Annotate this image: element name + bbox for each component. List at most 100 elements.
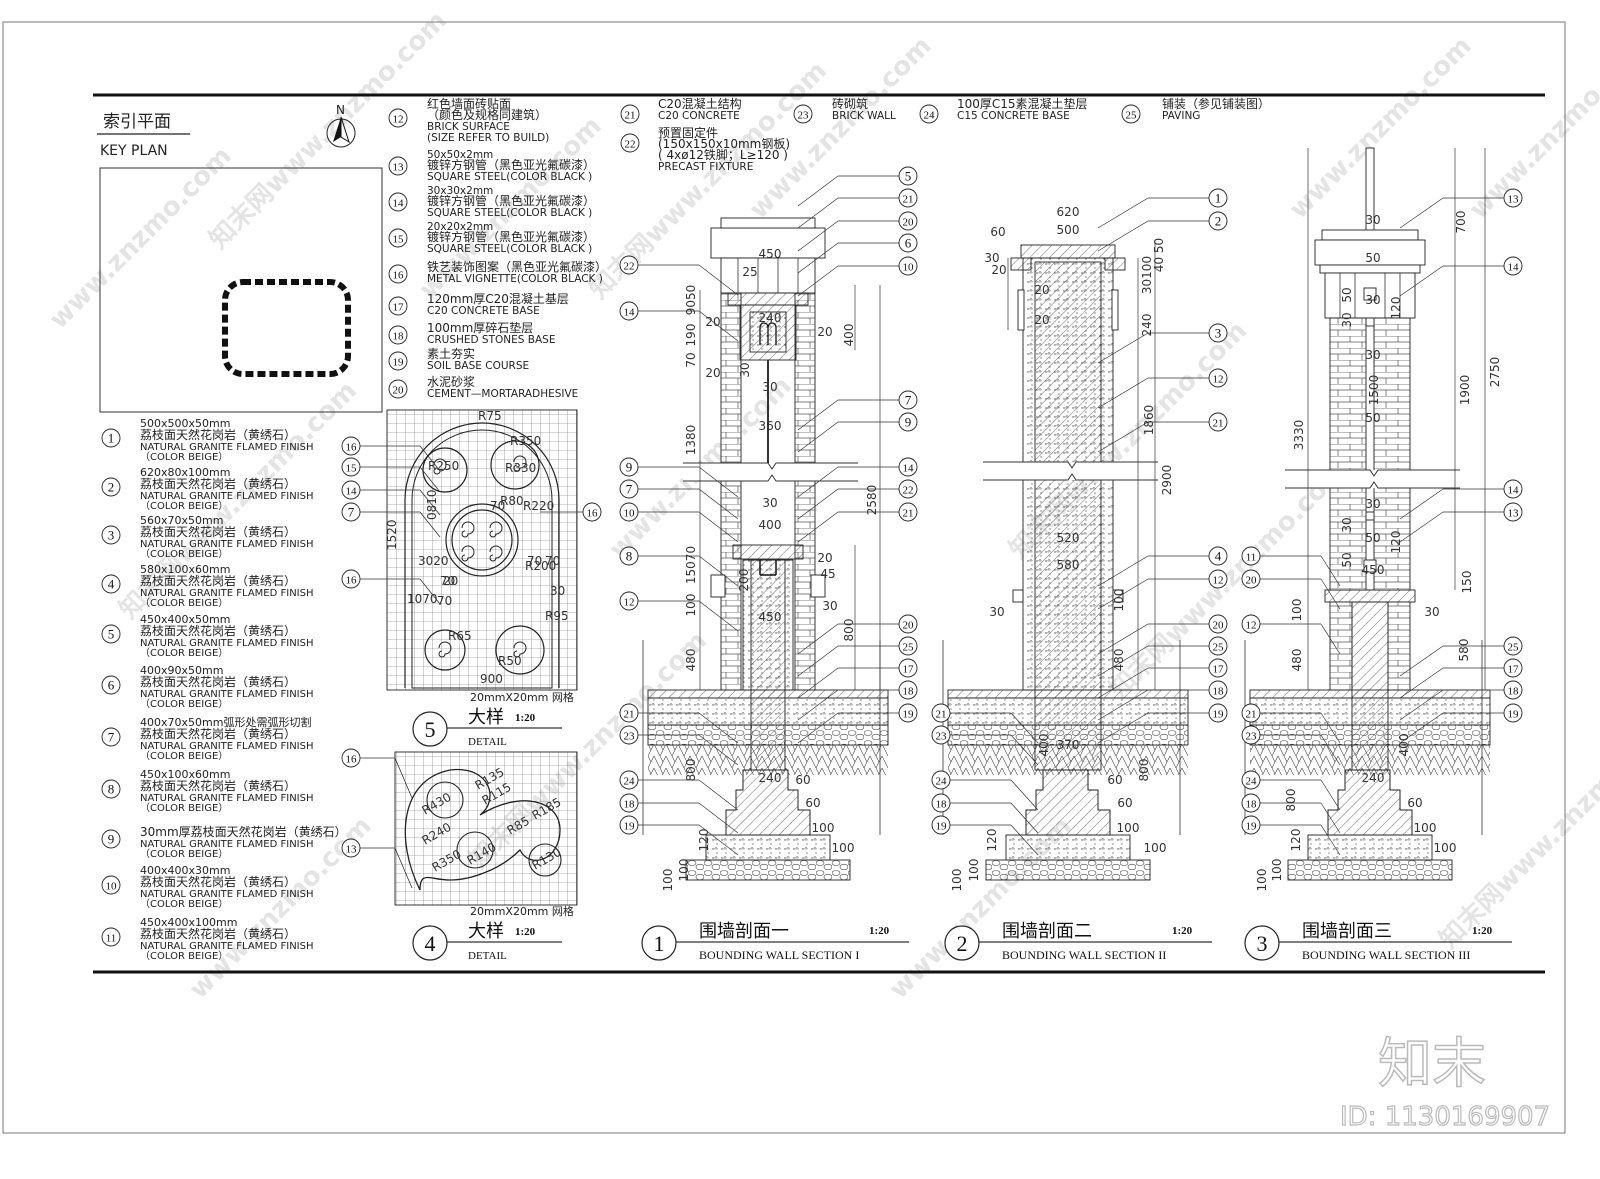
dimension-label: R250 (428, 459, 459, 473)
detail-scale: 1:20 (515, 926, 536, 938)
dimension-label: 240 (1362, 771, 1385, 785)
dimension-label: 800 (842, 619, 856, 642)
material-legend-top: 21C20混凝土结构C20 CONCRETE22预置固定件(150x150x10… (620, 96, 1270, 173)
callout-bubble: 9 (619, 457, 639, 477)
callout-bubble: 5 (101, 624, 121, 644)
dimension-label: 370 (1057, 738, 1080, 752)
callout-number: 11 (1246, 552, 1257, 564)
callout-number: 19 (1246, 821, 1258, 833)
legend-item-line: C15 CONCRETE BASE (957, 110, 1070, 122)
section-2: 6205006030202020186029002403010040 50520… (931, 188, 1228, 962)
callout-number: 18 (393, 331, 405, 343)
dimension-label: 120 (1389, 531, 1403, 554)
callout-number: 14 (624, 307, 636, 319)
dimension-label: 100 (832, 841, 855, 855)
legend-item-line: 镀锌方钢管（黑色亚光氟碳漆） (427, 157, 595, 172)
dimension-label: 500 (1057, 223, 1080, 237)
legend-item-line: SQUARE STEEL(COLOR BLACK ) (427, 207, 592, 219)
legend-item-line: 素土夯实 (427, 346, 475, 361)
callout-number: 22 (903, 485, 914, 497)
callout-number: 14 (1508, 262, 1520, 274)
legend-item-color: （COLOR BEIGE） (140, 548, 228, 560)
legend-item-line: SQUARE STEEL(COLOR BLACK ) (427, 171, 592, 183)
dimension-label: 30 (1365, 348, 1380, 362)
footing-gravel-bed (985, 859, 1151, 881)
callout-bubble: 19 (1503, 703, 1523, 723)
legend-item-name-cn: 荔枝面天然花岗岩（黄绣石） (140, 926, 296, 941)
dimension-label: 30 (1365, 293, 1380, 307)
square-steel-section (1365, 317, 1375, 327)
dimension-label: 100 (812, 821, 835, 835)
callout-number: 21 (903, 194, 914, 206)
callout-number: 12 (1213, 374, 1224, 386)
callout-number: 21 (625, 110, 636, 122)
dimension-label: 580 (1457, 639, 1471, 662)
section-title-cn: 围墙剖面三 (1302, 921, 1392, 941)
legend-item-line: 100mm厚碎石垫层 (427, 320, 533, 335)
detail-number: 4 (425, 931, 436, 956)
callout-bubble: 25 (1121, 104, 1141, 124)
callout-leader (1320, 779, 1341, 811)
legend-item-name-cn: 荔枝面天然花岗岩（黄绣石） (140, 573, 296, 588)
concrete-core (1351, 601, 1389, 771)
detail-title-cn: 大样 (468, 921, 504, 941)
callout-bubble: 20 (388, 379, 408, 399)
dimension-label: 1500 (1367, 375, 1381, 406)
detail-number: 5 (425, 717, 436, 742)
callout-bubble: 4 (101, 574, 121, 594)
legend-item-line: SQUARE STEEL(COLOR BLACK ) (427, 243, 592, 255)
dimension-label: 1900 (1458, 375, 1472, 406)
section-number: 1 (654, 931, 665, 956)
dimension-label: 60 (1107, 773, 1122, 787)
callout-bubble: 13 (1503, 188, 1523, 208)
legend-item: 1430x30x2mm镀锌方钢管（黑色亚光氟碳漆）SQUARE STEEL(CO… (388, 185, 595, 219)
legend-item-line: CRUSHED STONES BASE (427, 334, 555, 346)
callout-bubble: 3 (1208, 323, 1228, 343)
callout-number: 12 (1246, 620, 1257, 632)
dimension-label: 400 (842, 324, 856, 347)
legend-item: 9 30mm厚荔枝面天然花岗岩（黄绣石）NATURAL GRANITE FLAME… (101, 824, 347, 860)
legend-item: 18 100mm厚碎石垫层CRUSHED STONES BASE (388, 320, 555, 346)
legend-item: 8450x100x60mm荔枝面天然花岗岩（黄绣石）NATURAL GRANIT… (101, 768, 314, 814)
dimension-label: R200 (525, 559, 556, 573)
callout-number: 17 (1213, 664, 1225, 676)
callout-number: 10 (624, 508, 636, 520)
detail-5: R75R250R330R350081070R220R80152030207070… (341, 409, 602, 748)
callout-number: 8 (108, 782, 115, 797)
section-title: 3 围墙剖面三 1:20BOUNDING WALL SECTION III (1244, 921, 1512, 962)
callout-bubble: 19 (1241, 815, 1261, 835)
callout-number: 21 (624, 709, 635, 721)
legend-item: 17 120mm厚C20混凝土基层C20 CONCRETE BASE (388, 291, 569, 317)
legend-item-line: 铁艺装饰图案（黑色亚光氟碳漆） (427, 259, 607, 274)
callout-number: 1 (108, 431, 115, 446)
detail-4: R135R430 R115R85R185R240R350 R140 R13016134… (341, 748, 578, 962)
dimension-label: 800 (1137, 759, 1151, 782)
dimension-label: 360 (759, 419, 782, 433)
callout-number: 21 (936, 709, 947, 721)
legend-item-name-cn: 荔枝面天然花岗岩（黄绣石） (140, 623, 296, 638)
callout-bubble: 21 (1208, 412, 1228, 432)
callout-bubble: 14 (341, 480, 361, 500)
dimension-label: 400 (1037, 734, 1051, 757)
dimension-label: 60 (1407, 796, 1422, 810)
dimension-label: 100 (1117, 821, 1140, 835)
legend-item-line: 铺装（参见铺装图） (1162, 96, 1270, 111)
square-steel-section (1365, 511, 1375, 521)
section-title-en: BOUNDING WALL SECTION I (699, 948, 859, 962)
dimension-label: 25 (742, 265, 757, 279)
dimension-label: 60 (805, 796, 820, 810)
watermark-text: 知末网www.znzmo.com (1104, 456, 1353, 705)
callout-bubble: 14 (619, 301, 639, 321)
legend-item-color: （COLOR BEIGE） (140, 597, 228, 609)
dimension-label: 2750 (1488, 357, 1502, 388)
callout-bubble: 4 (1208, 546, 1228, 566)
callout-number: 17 (393, 302, 405, 314)
dimension-label: 120 (697, 829, 711, 852)
callout-number: 25 (903, 642, 915, 654)
break-gap (1285, 470, 1460, 488)
callout-number: 17 (1508, 664, 1520, 676)
dimension-label: 20 (705, 366, 720, 380)
dimension-label: 100 (677, 859, 691, 882)
callout-bubble: 19 (931, 815, 951, 835)
callout-bubble: 10 (619, 502, 639, 522)
